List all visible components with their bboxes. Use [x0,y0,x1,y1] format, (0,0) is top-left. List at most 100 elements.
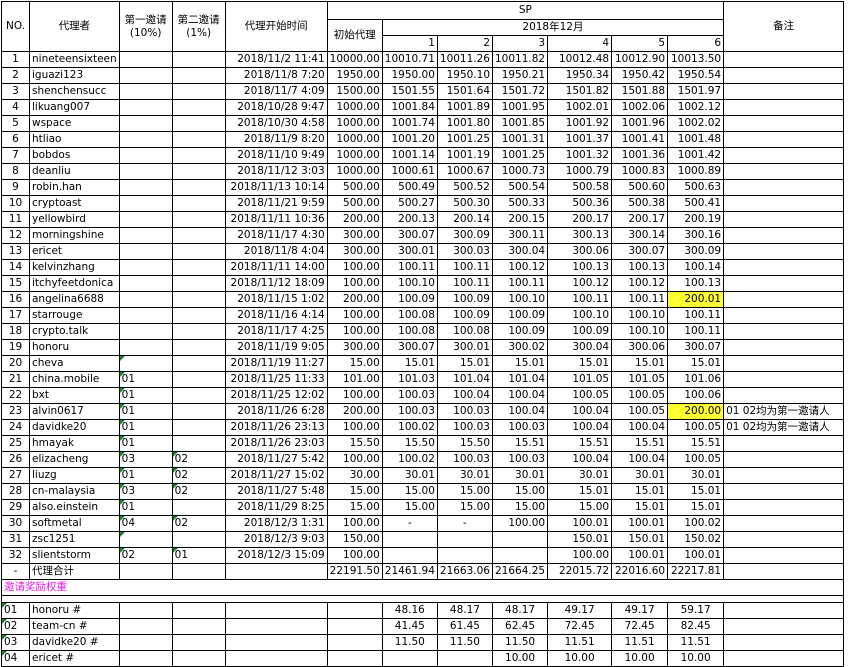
day-5-sp[interactable]: 100.13 [611,259,669,276]
initial-sp[interactable]: 100.00 [326,515,383,532]
initial-sp[interactable]: 300.00 [326,243,383,260]
second-inviter[interactable] [171,259,226,276]
day-1-sp[interactable]: 1000.61 [381,163,438,180]
first-inviter[interactable] [118,227,173,244]
day-4-sp[interactable]: 100.04 [547,419,613,436]
day-1-sp[interactable]: 100.03 [381,403,438,420]
day-5-sp[interactable]: 15.01 [611,483,669,500]
second-inviter[interactable] [171,51,226,68]
day-1-sp[interactable]: 300.01 [381,243,438,260]
agent-name[interactable]: shenchensucc [29,83,120,100]
initial-sp[interactable]: 500.00 [326,179,383,196]
row-no[interactable]: 28 [1,483,30,500]
reward-empty[interactable] [326,650,383,667]
day-1-sp[interactable]: 100.08 [381,307,438,324]
agent-name[interactable]: nineteensixteen [29,51,120,68]
day-4-sp[interactable]: 500.36 [547,195,613,212]
reward-day-1[interactable] [381,650,438,667]
day-2-sp[interactable] [436,547,494,564]
reward-empty[interactable] [118,618,173,635]
day-3-sp[interactable]: 1501.72 [491,83,549,100]
second-inviter[interactable] [171,211,226,228]
header-remark[interactable]: 备注 [723,1,845,52]
day-4-sp[interactable]: 15.00 [547,499,613,516]
agent-name[interactable]: cn-malaysia [29,483,120,500]
reward-day-6[interactable]: 82.45 [667,618,725,635]
reward-empty[interactable] [224,634,328,651]
start-time[interactable]: 2018/11/10 9:49 [224,147,328,164]
day-4-sp[interactable]: 200.17 [547,211,613,228]
start-time[interactable]: 2018/11/11 10:36 [224,211,328,228]
header-day-3[interactable]: 3 [491,35,549,52]
agent-name[interactable]: bobdos [29,147,120,164]
initial-sp[interactable]: 150.00 [326,531,383,548]
reward-no[interactable]: 01 [1,602,30,619]
reward-remark[interactable] [723,650,845,667]
first-inviter[interactable]: 01 [118,371,173,388]
total-remark[interactable] [723,563,845,580]
day-4-sp[interactable]: 15.51 [547,435,613,452]
first-inviter[interactable]: 01 [118,435,173,452]
day-1-sp[interactable]: 30.01 [381,467,438,484]
day-3-sp[interactable]: 1001.25 [491,147,549,164]
day-3-sp[interactable]: 10011.82 [491,51,549,68]
day-3-sp[interactable]: 100.09 [491,307,549,324]
second-inviter[interactable] [171,419,226,436]
start-time[interactable]: 2018/11/7 4:09 [224,83,328,100]
day-2-sp[interactable] [436,531,494,548]
day-4-sp[interactable]: 150.01 [547,531,613,548]
agent-name[interactable]: alvin0617 [29,403,120,420]
reward-day-6[interactable]: 11.51 [667,634,725,651]
start-time[interactable]: 2018/11/12 18:09 [224,275,328,292]
day-2-sp[interactable]: 100.09 [436,307,494,324]
agent-name[interactable]: htliao [29,131,120,148]
reward-no[interactable]: 04 [1,650,30,667]
day-1-sp[interactable]: 100.11 [381,259,438,276]
header-agent[interactable]: 代理者 [29,1,120,52]
second-inviter[interactable] [171,371,226,388]
agent-name[interactable]: itchyfeetdonica [29,275,120,292]
reward-day-2[interactable]: 11.50 [436,634,494,651]
day-5-sp[interactable]: 100.10 [611,307,669,324]
day-1-sp[interactable]: 15.50 [381,435,438,452]
day-4-sp[interactable]: 300.06 [547,243,613,260]
agent-name[interactable]: liuzg [29,467,120,484]
second-inviter[interactable]: 02 [171,451,226,468]
day-5-sp[interactable]: 101.05 [611,371,669,388]
day-1-sp[interactable] [381,531,438,548]
day-4-sp[interactable]: 30.01 [547,467,613,484]
agent-name[interactable]: honoru [29,339,120,356]
row-no[interactable]: 11 [1,211,30,228]
first-inviter[interactable] [118,243,173,260]
day-2-sp[interactable]: 15.01 [436,355,494,372]
reward-remark[interactable] [723,602,845,619]
agent-name[interactable]: wspace [29,115,120,132]
day-2-sp[interactable]: 500.30 [436,195,494,212]
day-5-sp[interactable]: 300.06 [611,339,669,356]
row-no[interactable]: 6 [1,131,30,148]
day-3-sp[interactable]: 100.03 [491,451,549,468]
initial-sp[interactable]: 200.00 [326,291,383,308]
reward-empty[interactable] [224,602,328,619]
remark[interactable] [723,339,845,356]
remark[interactable] [723,275,845,292]
day-4-sp[interactable]: 100.05 [547,387,613,404]
total-inv1[interactable] [118,563,173,580]
first-inviter[interactable] [118,291,173,308]
day-4-sp[interactable]: 100.11 [547,291,613,308]
day-6-sp[interactable]: 200.19 [667,211,725,228]
remark[interactable] [723,211,845,228]
row-no[interactable]: 29 [1,499,30,516]
reward-section-title[interactable]: 邀请奖励权重 [0,579,845,596]
day-1-sp[interactable]: 101.03 [381,371,438,388]
remark[interactable] [723,499,845,516]
reward-day-5[interactable]: 11.51 [611,634,669,651]
initial-sp[interactable]: 100.00 [326,547,383,564]
first-inviter[interactable] [118,323,173,340]
day-6-sp[interactable]: 101.06 [667,371,725,388]
day-1-sp[interactable]: 1001.74 [381,115,438,132]
reward-day-4[interactable]: 72.45 [547,618,613,635]
day-2-sp[interactable]: 100.11 [436,275,494,292]
header-initial[interactable]: 初始代理 [326,19,383,52]
day-6-sp[interactable]: 100.05 [667,451,725,468]
